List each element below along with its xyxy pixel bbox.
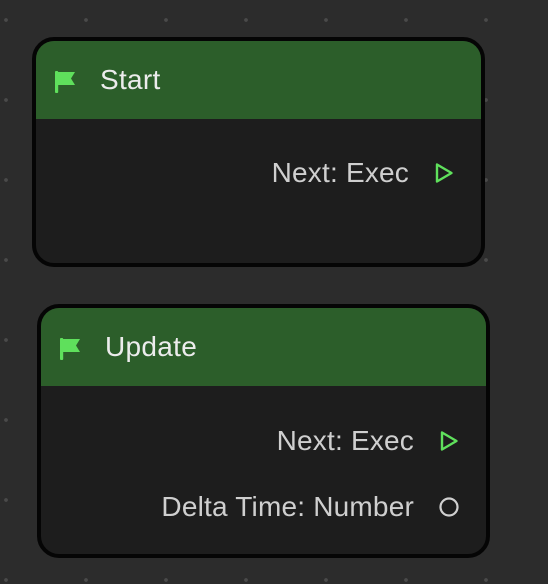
exec-triangle-icon[interactable]: [438, 430, 460, 452]
flag-icon: [59, 338, 85, 360]
update-node[interactable]: Update Next: Exec Delta Time: Number: [37, 304, 490, 558]
output-port-next[interactable]: Next: Exec: [277, 421, 486, 461]
output-port-next[interactable]: Next: Exec: [272, 153, 481, 193]
node-title: Update: [105, 331, 198, 362]
port-label: Next: Exec: [276, 425, 414, 456]
node-header[interactable]: Update: [41, 308, 486, 386]
port-label: Delta Time: Number: [161, 491, 414, 522]
output-port-delta-time[interactable]: Delta Time: Number: [161, 487, 486, 527]
start-node[interactable]: Start Next: Exec: [32, 37, 485, 267]
node-header[interactable]: Start: [36, 41, 481, 119]
data-circle-icon[interactable]: [438, 496, 460, 518]
port-label: Next: Exec: [271, 157, 409, 188]
node-title: Start: [100, 64, 161, 95]
flag-icon: [54, 71, 80, 93]
exec-triangle-icon[interactable]: [433, 162, 455, 184]
